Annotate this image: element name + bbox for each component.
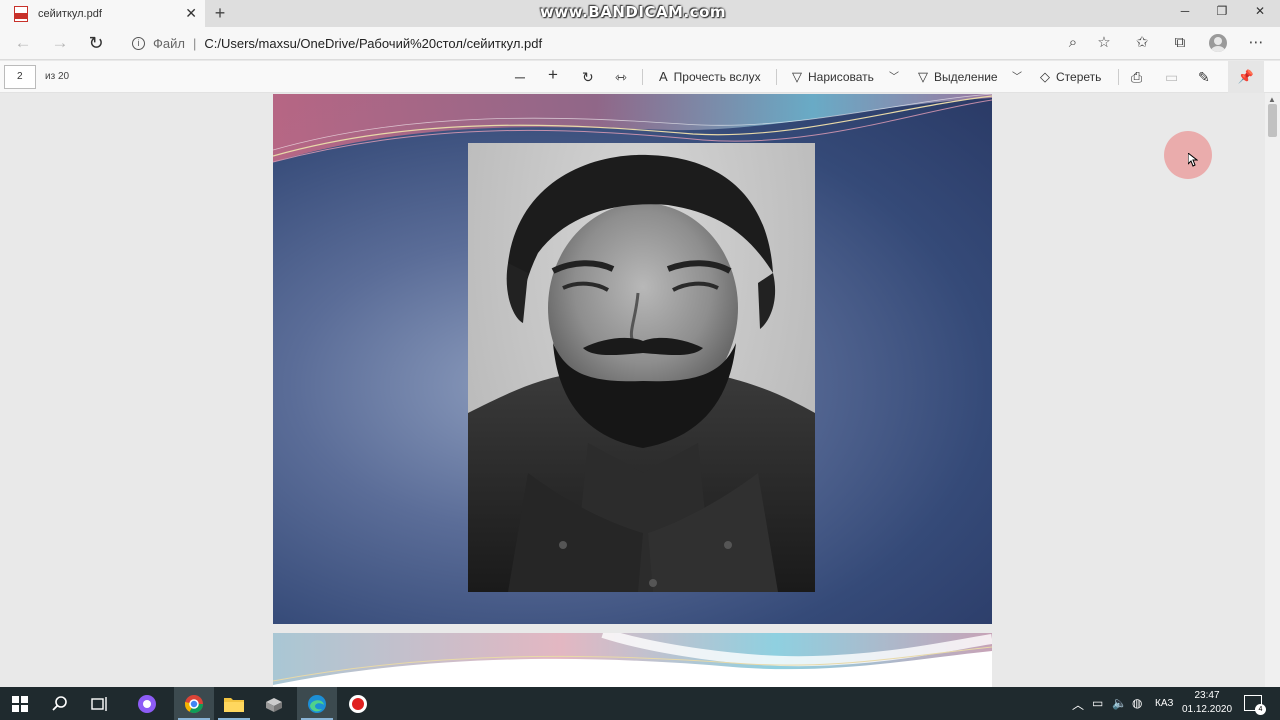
page-number-input[interactable]: 2 (4, 65, 36, 89)
pdf-toolbar: 2 из 20 ─ + ↻ ⇿ A Прочесть вслух ▽ Нарис… (0, 61, 1280, 93)
toolbar-divider (1118, 69, 1119, 85)
maximize-button[interactable]: ❐ (1212, 4, 1232, 18)
recording-watermark: www.BANDICAM.com (540, 3, 727, 21)
taskbar: ︿ ▭ 🔈 ◍ КАЗ 23:47 01.12.2020 4 (0, 687, 1280, 720)
erase-button[interactable]: ◇ Стереть (1040, 69, 1101, 85)
favorites-list-icon[interactable]: ✩ (1132, 33, 1152, 53)
highlight-dropdown-icon[interactable]: ﹀ (1012, 68, 1022, 83)
fit-page-icon[interactable]: ⇿ (615, 68, 627, 86)
window-close-button[interactable]: ✕ (1250, 4, 1270, 18)
alice-assistant-icon[interactable] (127, 687, 167, 720)
pdf-page-2 (273, 94, 992, 624)
highlight-button[interactable]: ▽ Выделение (918, 69, 998, 85)
read-aloud-label: Прочесть вслух (673, 70, 761, 84)
zoom-in-icon[interactable]: + (548, 66, 558, 84)
profile-avatar[interactable] (1209, 34, 1227, 52)
toolbar-divider (642, 69, 643, 85)
network-globe-icon[interactable]: ◍ (1132, 696, 1142, 710)
refresh-icon[interactable]: ↻ (86, 33, 106, 53)
rotate-icon[interactable]: ↻ (582, 68, 594, 86)
volume-icon[interactable]: 🔈 (1112, 696, 1127, 710)
tray-overflow-icon[interactable]: ︿ (1072, 696, 1084, 713)
url-text[interactable]: C:/Users/maxsu/OneDrive/Рабочий%20стол/с… (204, 36, 542, 51)
address-bar: ← → ↻ i Файл | C:/Users/maxsu/OneDrive/Р… (0, 27, 1280, 60)
tab-title: сейиткул.pdf (38, 7, 102, 20)
clock-time: 23:47 (1194, 690, 1220, 701)
back-icon[interactable]: ← (13, 33, 33, 53)
clock-date: 01.12.2020 (1181, 704, 1233, 715)
zoom-icon[interactable]: ⌕ (1063, 33, 1083, 53)
new-tab-button[interactable]: + (211, 3, 229, 23)
favorite-star-icon[interactable]: ☆ (1094, 33, 1114, 53)
url-scheme: Файл (153, 36, 185, 51)
clock[interactable]: 23:47 01.12.2020 (1180, 689, 1234, 717)
pdf-page-3 (273, 633, 992, 687)
tab-strip: сейиткул.pdf ✕ + www.BANDICAM.com ─ ❐ ✕ (0, 0, 1280, 27)
url-separator: | (192, 36, 197, 51)
slide-header-wave (273, 633, 992, 687)
erase-label: Стереть (1056, 70, 1102, 84)
tab-close-button[interactable]: ✕ (185, 5, 197, 21)
read-aloud-icon: A (659, 69, 668, 84)
print-icon[interactable]: ⎙ (1131, 68, 1142, 86)
scrollbar-thumb[interactable] (1268, 104, 1277, 137)
search-icon[interactable] (40, 687, 80, 720)
mouse-cursor-icon (1188, 153, 1198, 167)
save-icon[interactable]: ▭ (1165, 68, 1178, 86)
vertical-scrollbar[interactable]: ▲ (1265, 93, 1280, 687)
portrait-photo (468, 143, 815, 592)
draw-dropdown-icon[interactable]: ﹀ (889, 68, 899, 83)
save-as-icon[interactable]: ✎ (1198, 68, 1210, 86)
highlight-icon: ▽ (918, 69, 928, 84)
zoom-out-icon[interactable]: ─ (515, 68, 525, 86)
notification-count: 4 (1255, 704, 1266, 715)
eraser-icon: ◇ (1040, 69, 1050, 84)
forward-icon[interactable]: → (50, 33, 70, 53)
info-icon[interactable]: i (132, 37, 145, 50)
notification-center-icon[interactable]: 4 (1244, 695, 1266, 715)
highlight-label: Выделение (934, 70, 998, 84)
chrome-icon[interactable] (174, 687, 214, 720)
collections-icon[interactable]: ⧉ (1170, 33, 1190, 53)
edge-browser-icon[interactable] (297, 687, 337, 720)
minimize-button[interactable]: ─ (1175, 4, 1195, 18)
more-menu-icon[interactable]: ⋯ (1246, 33, 1266, 53)
draw-button[interactable]: ▽ Нарисовать (792, 69, 874, 85)
page-total: из 20 (45, 71, 70, 82)
scroll-up-icon[interactable]: ▲ (1268, 95, 1276, 104)
draw-label: Нарисовать (808, 70, 874, 84)
battery-icon[interactable]: ▭ (1092, 696, 1103, 710)
pdf-viewer[interactable] (0, 93, 1265, 687)
draw-icon: ▽ (792, 69, 802, 84)
app-box-icon[interactable] (254, 687, 294, 720)
tab-pdf[interactable]: сейиткул.pdf ✕ (0, 0, 205, 27)
pin-toolbar-icon[interactable]: 📌 (1228, 61, 1264, 93)
pdf-file-icon (14, 5, 28, 22)
start-windows-icon[interactable] (0, 687, 40, 720)
task-view-icon[interactable] (80, 687, 120, 720)
toolbar-divider (776, 69, 777, 85)
language-indicator[interactable]: КАЗ (1155, 698, 1173, 709)
read-aloud-button[interactable]: A Прочесть вслух (659, 69, 761, 85)
file-explorer-icon[interactable] (214, 687, 254, 720)
url-field[interactable]: i Файл | C:/Users/maxsu/OneDrive/Рабочий… (120, 30, 1120, 57)
bandicam-record-icon[interactable] (338, 687, 378, 720)
